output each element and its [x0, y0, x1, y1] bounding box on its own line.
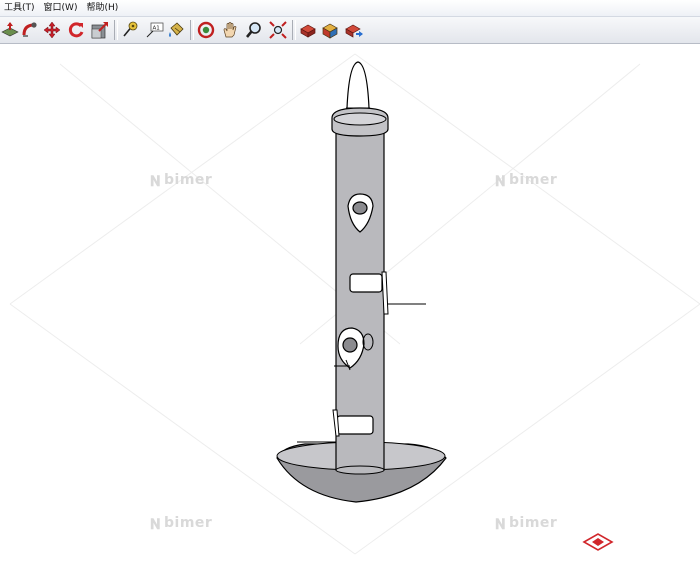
- perch-upper: [349, 273, 383, 293]
- share-model-icon[interactable]: [344, 20, 364, 40]
- watermark: 𝐍: [495, 174, 506, 190]
- pan-icon[interactable]: [220, 20, 240, 40]
- watermark: 𝐍: [150, 174, 161, 190]
- toolbar-separator: [190, 20, 194, 40]
- bird-feeder-model: [276, 61, 447, 503]
- viewport-canvas: 𝐍 𝐍 𝐍 𝐍: [9, 53, 700, 555]
- watermark-text: bimer: [509, 172, 558, 188]
- watermark-text: bimer: [509, 515, 558, 531]
- menu-tools[interactable]: 工具(T): [0, 0, 40, 16]
- watermark: 𝐍: [150, 517, 161, 533]
- watermark-text: bimer: [164, 515, 213, 531]
- watermark-text: bimer: [164, 172, 213, 188]
- orbit-icon[interactable]: [196, 20, 216, 40]
- scale-icon[interactable]: [90, 20, 110, 40]
- model-viewport[interactable]: 𝐍 𝐍 𝐍 𝐍 bimer bimer bimer bimer: [0, 44, 700, 568]
- text-label-icon[interactable]: A1: [144, 20, 164, 40]
- zoom-icon[interactable]: [244, 20, 264, 40]
- perch-lower: [336, 415, 374, 435]
- tape-measure-icon[interactable]: [120, 20, 140, 40]
- toolbar-separator: [114, 20, 118, 40]
- site-logo-icon: [582, 533, 614, 551]
- components-icon[interactable]: [298, 20, 318, 40]
- toolbar: A1: [0, 17, 700, 44]
- materials-icon[interactable]: [320, 20, 340, 40]
- hanger-loop: [346, 61, 370, 109]
- move-icon[interactable]: [42, 20, 62, 40]
- menu-help[interactable]: 帮助(H): [82, 0, 123, 16]
- menu-bar: 工具(T) 窗口(W) 帮助(H): [0, 0, 700, 17]
- paint-bucket-icon[interactable]: [166, 20, 186, 40]
- rotate-icon[interactable]: [66, 20, 86, 40]
- menu-window[interactable]: 窗口(W): [40, 0, 83, 16]
- push-pull-icon[interactable]: [0, 20, 20, 40]
- watermark: 𝐍: [495, 517, 506, 533]
- follow-me-icon[interactable]: [20, 20, 40, 40]
- svg-text:A1: A1: [153, 26, 160, 32]
- zoom-extents-icon[interactable]: [268, 20, 288, 40]
- toolbar-separator: [292, 20, 296, 40]
